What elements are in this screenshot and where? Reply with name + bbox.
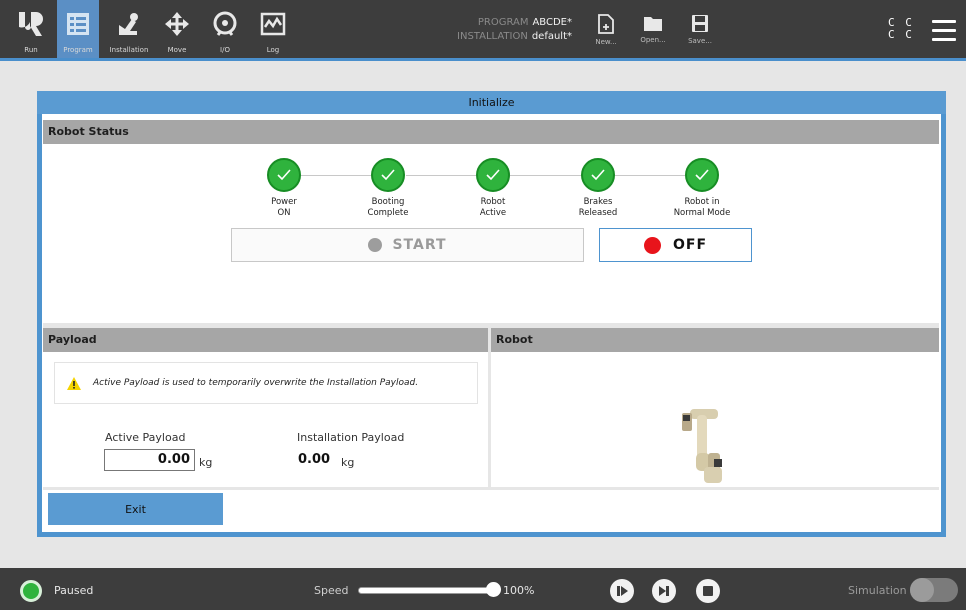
program-info: PROGRAM ABCDE* INSTALLATION default* — [452, 16, 572, 44]
warning-icon — [67, 376, 81, 390]
simulation-toggle[interactable] — [910, 578, 958, 602]
panel-divider — [488, 328, 491, 488]
new-program-label: New... — [595, 38, 617, 46]
step-robot-normal-mode: Robot in Normal Mode — [667, 158, 737, 219]
robot-3d-view[interactable] — [678, 407, 726, 485]
nav-program-label: Program — [63, 46, 93, 54]
check-icon — [581, 158, 615, 192]
installation-icon — [113, 8, 145, 40]
step-forward-button[interactable] — [652, 579, 676, 603]
open-program-button[interactable]: Open... — [633, 14, 673, 44]
payload-heading: Payload — [43, 328, 488, 352]
installation-payload-unit: kg — [341, 456, 355, 469]
nav-installation-button[interactable]: Installation — [106, 0, 152, 58]
speed-slider-handle[interactable] — [486, 582, 501, 597]
robot-status-heading: Robot Status — [43, 120, 939, 144]
program-icon — [62, 8, 94, 40]
section-divider — [43, 323, 939, 328]
step-label: Brakes Released — [578, 197, 618, 218]
nav-move-button[interactable]: Move — [160, 0, 194, 58]
check-icon — [371, 158, 405, 192]
start-status-dot — [368, 238, 383, 252]
exit-button-label: Exit — [125, 502, 146, 516]
save-program-label: Save... — [688, 37, 712, 45]
step-label: Booting Complete — [367, 197, 409, 218]
cc-indicator[interactable]: C C C C — [888, 17, 914, 41]
check-icon — [476, 158, 510, 192]
simulation-label: Simulation — [848, 584, 907, 597]
nav-program-button[interactable]: Program — [57, 0, 99, 58]
nav-run-label: Run — [24, 46, 38, 54]
dialog-title: Initialize — [37, 91, 946, 114]
robot-status-text: Paused — [54, 584, 94, 597]
robot-heading: Robot — [491, 328, 939, 352]
step-brakes-released: Brakes Released — [563, 158, 633, 219]
speed-slider-fill — [359, 588, 493, 593]
new-program-button[interactable]: New... — [586, 14, 626, 46]
nav-installation-label: Installation — [109, 46, 149, 54]
nav-run-button[interactable]: Run — [14, 0, 48, 58]
save-icon — [692, 15, 708, 32]
nav-log-label: Log — [266, 46, 280, 54]
active-payload-unit: kg — [199, 456, 213, 469]
speed-slider[interactable] — [358, 587, 494, 594]
payload-warning-text: Active Payload is used to temporarily ov… — [93, 378, 419, 388]
installation-label: INSTALLATION — [457, 31, 528, 42]
off-button[interactable]: OFF — [599, 228, 752, 262]
io-icon — [209, 8, 241, 40]
speed-label: Speed — [314, 584, 349, 597]
installation-payload-label: Installation Payload — [297, 431, 405, 444]
open-folder-icon — [644, 17, 662, 31]
move-icon — [161, 8, 193, 40]
check-icon — [685, 158, 719, 192]
ur-logo-icon — [15, 8, 47, 40]
speed-value: 100% — [503, 584, 535, 597]
new-file-icon — [598, 14, 614, 34]
step-label: Robot Active — [479, 197, 507, 218]
step-robot-active: Robot Active — [458, 158, 528, 219]
play-icon — [617, 586, 628, 596]
hamburger-menu-icon[interactable] — [932, 20, 956, 42]
simulation-toggle-knob — [910, 578, 934, 602]
step-power-on: Power ON — [249, 158, 319, 219]
active-payload-label: Active Payload — [105, 431, 186, 444]
off-status-dot — [643, 236, 661, 254]
play-button[interactable] — [610, 579, 634, 603]
step-icon — [659, 586, 669, 596]
stop-icon — [703, 586, 713, 596]
off-button-label: OFF — [672, 237, 708, 253]
installation-name: default* — [531, 31, 572, 42]
payload-warning: Active Payload is used to temporarily ov… — [54, 362, 478, 404]
start-button[interactable]: START — [231, 228, 584, 262]
nav-move-label: Move — [167, 46, 187, 54]
stop-button[interactable] — [696, 579, 720, 603]
installation-payload-value: 0.00 — [298, 452, 331, 467]
check-icon — [267, 158, 301, 192]
robot-status-indicator[interactable] — [20, 580, 42, 602]
program-label: PROGRAM — [477, 17, 529, 28]
nav-io-button[interactable]: I/O — [208, 0, 242, 58]
step-booting-complete: Booting Complete — [353, 158, 423, 219]
start-button-label: START — [392, 237, 447, 253]
toolbar-accent-line — [0, 58, 966, 61]
step-label: Robot in Normal Mode — [673, 197, 731, 218]
section-divider — [43, 487, 939, 490]
nav-io-label: I/O — [220, 46, 230, 54]
step-label: Power ON — [271, 197, 297, 218]
open-program-label: Open... — [640, 36, 666, 44]
active-payload-input[interactable]: 0.00 — [104, 449, 195, 471]
cc-indicator-bottom: C C — [888, 28, 914, 41]
log-icon — [257, 8, 289, 40]
save-program-button[interactable]: Save... — [680, 14, 720, 45]
exit-button[interactable]: Exit — [48, 493, 223, 525]
robot-arm-icon — [682, 409, 722, 483]
nav-log-button[interactable]: Log — [256, 0, 290, 58]
program-name: ABCDE* — [532, 17, 572, 28]
